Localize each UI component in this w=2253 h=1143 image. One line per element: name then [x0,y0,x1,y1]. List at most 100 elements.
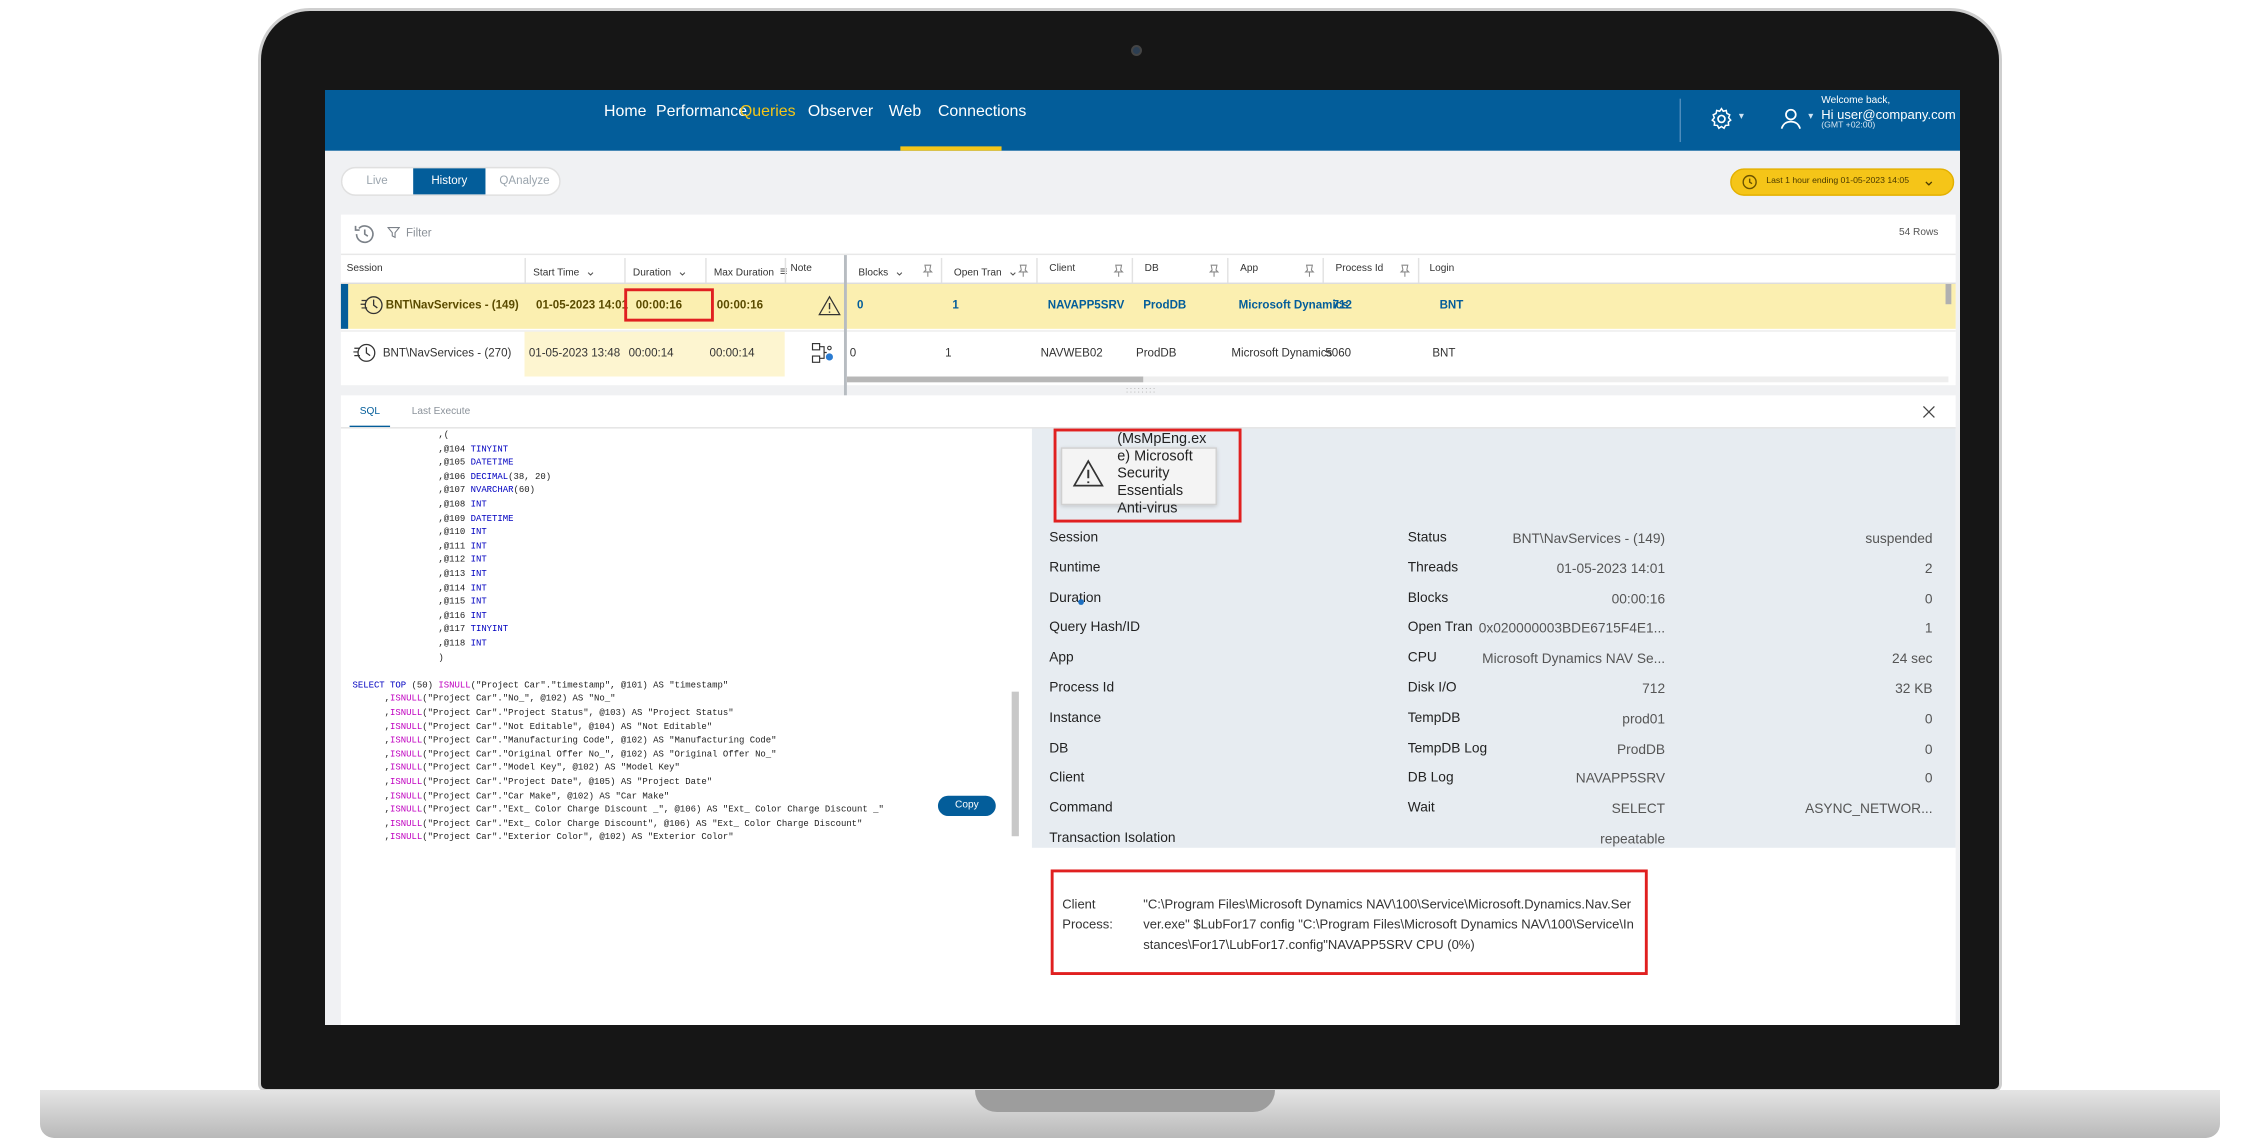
column-divider [1417,257,1420,283]
tab-qanalyze[interactable]: QAnalyze [487,168,562,194]
col-note[interactable]: Note [790,263,811,273]
close-icon[interactable] [1920,402,1939,421]
sql-text: , [352,818,391,829]
user-icon[interactable] [1778,106,1804,132]
col-open-tran[interactable]: Open Tran ⌄ [954,263,1019,279]
sql-line: ,@104 TINYINT [352,442,508,456]
sql-text: , [352,776,391,787]
column-divider [940,257,943,283]
pin-icon[interactable] [1017,263,1029,277]
tab-live[interactable]: Live [342,168,411,194]
col-duration[interactable]: Duration ⌄ [633,263,688,279]
laptop-notch [975,1090,1275,1112]
pin-icon[interactable] [1113,263,1125,277]
nav-home[interactable]: Home [604,103,646,120]
plan-icon[interactable] [811,342,834,365]
col-blocks[interactable]: Blocks ⌄ [858,263,905,279]
nav-web[interactable]: Web [889,103,921,120]
topbar-divider [1679,98,1681,143]
chevron-down-icon[interactable]: ▾ [1739,110,1744,122]
detail-value: 01-05-2023 14:01 [1556,560,1666,577]
cell-login: BNT [1432,345,1456,359]
panel-splitter[interactable]: :::::::: [1126,386,1169,395]
mode-switcher: Live History QAnalyze [340,166,562,196]
client-process-box: Client Process: "C:\Program Files\Micros… [1050,869,1648,975]
history-icon[interactable] [352,222,377,247]
chevron-down-icon: ⌄ [585,263,596,278]
detail-key: App [1049,649,1074,666]
cell-duration: 00:00:14 [628,345,674,359]
table-row[interactable]: BNT\NavServices - (270) 01-05-2023 13:48… [340,329,1956,377]
col-login[interactable]: Login [1429,263,1454,273]
sql-text: ,@106 [352,471,471,482]
rows-count: 54 Rows [1898,227,1939,238]
sql-text: ("Project Car"."Original Offer No_", @10… [422,748,777,760]
sql-line: ) [352,650,443,664]
pin-icon[interactable] [1399,263,1411,277]
horizontal-scrollbar-thumb[interactable] [846,376,1144,383]
sql-keyword: TINYINT [470,623,509,635]
sql-text: ,@105 [352,457,471,468]
col-process-id[interactable]: Process Id [1335,263,1383,273]
client-process-text: "C:\Program Files\Microsoft Dynamics NAV… [1143,896,1634,952]
nav-connections[interactable]: Connections [938,103,1026,120]
sql-function: ISNULL [390,818,423,829]
tooltip-text: (MsMpEng.ex e) Microsoft Security Essential… [1117,431,1218,518]
user-welcome[interactable]: Welcome back, Hi user@company.com (GMT +… [1821,96,1955,133]
col-client[interactable]: Client [1049,263,1075,273]
sql-keyword: INT [470,499,487,510]
sql-editor[interactable]: ,( ,@104 TINYINT ,@105 DATETIME ,@106 DE… [341,428,1018,934]
time-range-selector[interactable]: Last 1 hour ending 01-05-2023 14:05 ⌄ [1730,168,1955,196]
detail-value: BNT\NavServices - (149) [1512,530,1666,547]
sql-text: (50) [411,679,439,690]
sql-scrollbar[interactable] [1011,691,1019,836]
pin-icon[interactable] [922,263,934,277]
sql-line: ,ISNULL("Project Car"."Ext_ Color Charge… [352,803,884,817]
chevron-down-icon[interactable]: ▾ [1808,110,1813,122]
sql-text: ,@116 [352,610,471,621]
cell-db: ProdDB [1143,298,1187,312]
warning-icon[interactable] [818,294,841,317]
detail-value: SELECT [1611,801,1666,818]
nav-observer[interactable]: Observer [808,103,873,120]
vertical-scrollbar[interactable] [1945,283,1952,304]
col-max-duration[interactable]: Max Duration ≡ [714,263,788,277]
detail-key: Wait [1407,800,1435,816]
tab-last-execute[interactable]: Last Execute [412,407,471,417]
nav-queries[interactable]: Queries [740,103,796,120]
col-session[interactable]: Session [347,263,383,273]
sql-function: ISNULL [390,707,423,718]
sql-line: ,@109 DATETIME [352,512,513,526]
sql-text: , [352,790,391,801]
table-row[interactable]: BNT\NavServices - (149) 01-05-2023 14:01… [340,283,1956,329]
col-start-time[interactable]: Start Time ⌄ [533,263,596,279]
sql-line: ,@115 INT [352,595,486,609]
copy-button[interactable]: Copy [937,795,996,816]
nav-performance[interactable]: Performance [656,103,747,120]
sql-text: , [352,735,391,746]
sql-text: ,@110 [352,526,471,537]
queries-grid: Filter 54 Rows Session Start Time ⌄ Durat… [340,214,1956,524]
gear-icon[interactable] [1708,106,1734,132]
sql-text: ("Project Car"."timestamp", @101) AS "ti… [470,679,729,690]
tab-history[interactable]: History [413,168,486,195]
sql-line: ,@116 INT [352,609,486,623]
column-divider [524,257,526,283]
cell-app: Microsoft Dynamics [1231,345,1333,359]
col-app[interactable]: App [1240,263,1258,273]
pin-icon[interactable] [1208,263,1220,277]
tab-sql[interactable]: SQL [360,407,380,417]
cell-process-id: 712 [1332,298,1352,312]
detail-value: 00:00:16 [1611,591,1666,607]
tooltip-line: (MsMpEng.ex [1117,431,1207,448]
sql-line: ,ISNULL("Project Car"."Model Key", @102)… [352,761,680,775]
detail-key: Open Tran [1407,619,1473,636]
filter-button[interactable]: Filter [386,226,432,239]
cell-client: NAVAPP5SRV [1047,298,1125,312]
col-db[interactable]: DB [1145,263,1159,273]
welcome-text: Welcome back, [1821,95,1891,106]
detail-value: 32 KB [1895,681,1933,698]
cell-client: NAVWEB02 [1040,345,1103,359]
pin-icon[interactable] [1304,263,1316,277]
sql-text: ("Project Car"."Not Editable", @104) AS … [422,721,713,732]
